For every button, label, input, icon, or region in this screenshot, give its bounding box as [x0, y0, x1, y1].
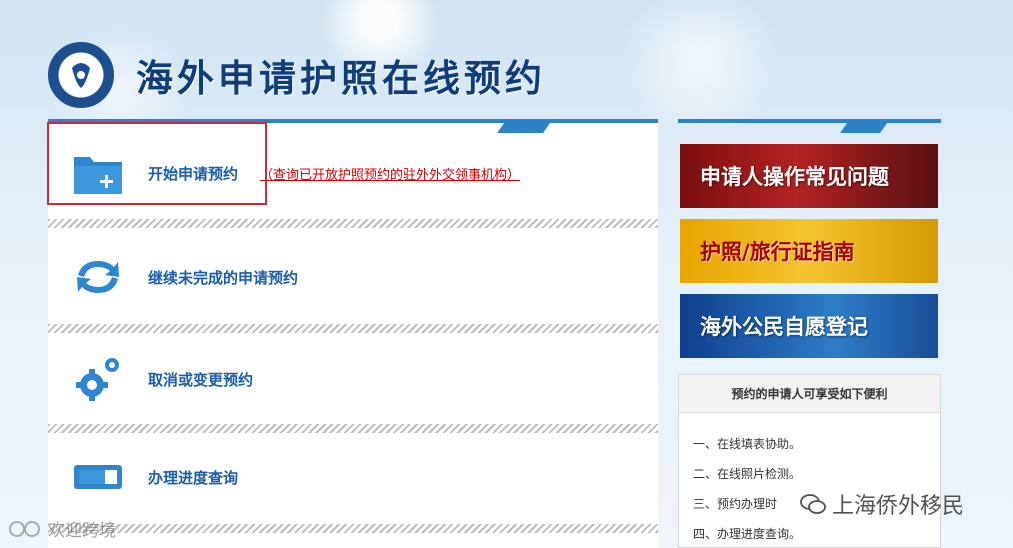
wechat-icon [800, 494, 826, 514]
benefits-list: 一、在线填表协助。 二、在线照片检测。 三、预约办理时 四、办理进度查询。 [679, 413, 940, 548]
main-menu-panel: 开始申请预约 （查询已开放护照预约的驻外外交领事机构） 继续未完成的申请预约 取… [48, 119, 658, 548]
divider [48, 524, 658, 533]
panel-top-bar [678, 119, 941, 123]
citizen-registration-banner-label: 海外公民自愿登记 [700, 315, 868, 339]
divider [48, 424, 658, 433]
passport-guide-banner[interactable]: 护照/旅行证指南 [680, 219, 938, 283]
citizen-registration-banner[interactable]: 海外公民自愿登记 [680, 294, 938, 358]
passport-guide-banner-label: 护照/旅行证指南 [700, 240, 855, 264]
watermark-left: 欢迎跨境 [8, 516, 116, 541]
gears-icon [76, 358, 119, 401]
start-appointment-item[interactable]: 开始申请预约 （查询已开放护照预约的驻外外交领事机构） [48, 133, 658, 213]
faq-banner-label: 申请人操作常见问题 [700, 165, 889, 189]
page-title: 海外申请护照在线预约 [136, 57, 546, 100]
benefits-box: 预约的申请人可享受如下便利 一、在线填表协助。 二、在线照片检测。 三、预约办理… [678, 374, 941, 548]
cancel-change-appointment-item[interactable]: 取消或变更预约 [48, 339, 658, 419]
open-consulates-link[interactable]: （查询已开放护照预约的驻外外交领事机构） [260, 164, 520, 183]
cancel-change-appointment-label: 取消或变更预约 [148, 370, 254, 389]
continue-appointment-item[interactable]: 继续未完成的申请预约 [48, 237, 658, 317]
benefits-title: 预约的申请人可享受如下便利 [679, 375, 940, 413]
divider [48, 219, 658, 228]
progress-bar-icon [74, 465, 122, 489]
list-item: 二、在线照片检测。 [693, 467, 802, 481]
watermark-left-text: 欢迎跨境 [48, 521, 116, 541]
start-appointment-label: 开始申请预约 [148, 164, 239, 183]
panel-top-bar [48, 119, 658, 123]
watermark-right-text: 上海侨外移民 [832, 494, 965, 519]
folder-plus-icon [74, 157, 122, 194]
list-item: 一、在线填表协助。 [693, 437, 802, 451]
consular-seal-logo [48, 42, 114, 108]
refresh-arrows-icon [77, 261, 119, 293]
faq-banner[interactable]: 申请人操作常见问题 [680, 144, 938, 208]
list-item: 四、办理进度查询。 [693, 527, 802, 541]
site-header: 海外申请护照在线预约 [48, 40, 546, 110]
continue-appointment-label: 继续未完成的申请预约 [148, 268, 299, 287]
progress-query-label: 办理进度查询 [148, 468, 239, 487]
divider [48, 324, 658, 333]
side-panel: 申请人操作常见问题 护照/旅行证指南 海外公民自愿登记 预约的申请人可享受如下便… [678, 119, 941, 548]
watermark-right: 上海侨外移民 [800, 488, 964, 520]
progress-query-item[interactable]: 办理进度查询 [48, 437, 658, 517]
weibo-icon [9, 520, 40, 537]
